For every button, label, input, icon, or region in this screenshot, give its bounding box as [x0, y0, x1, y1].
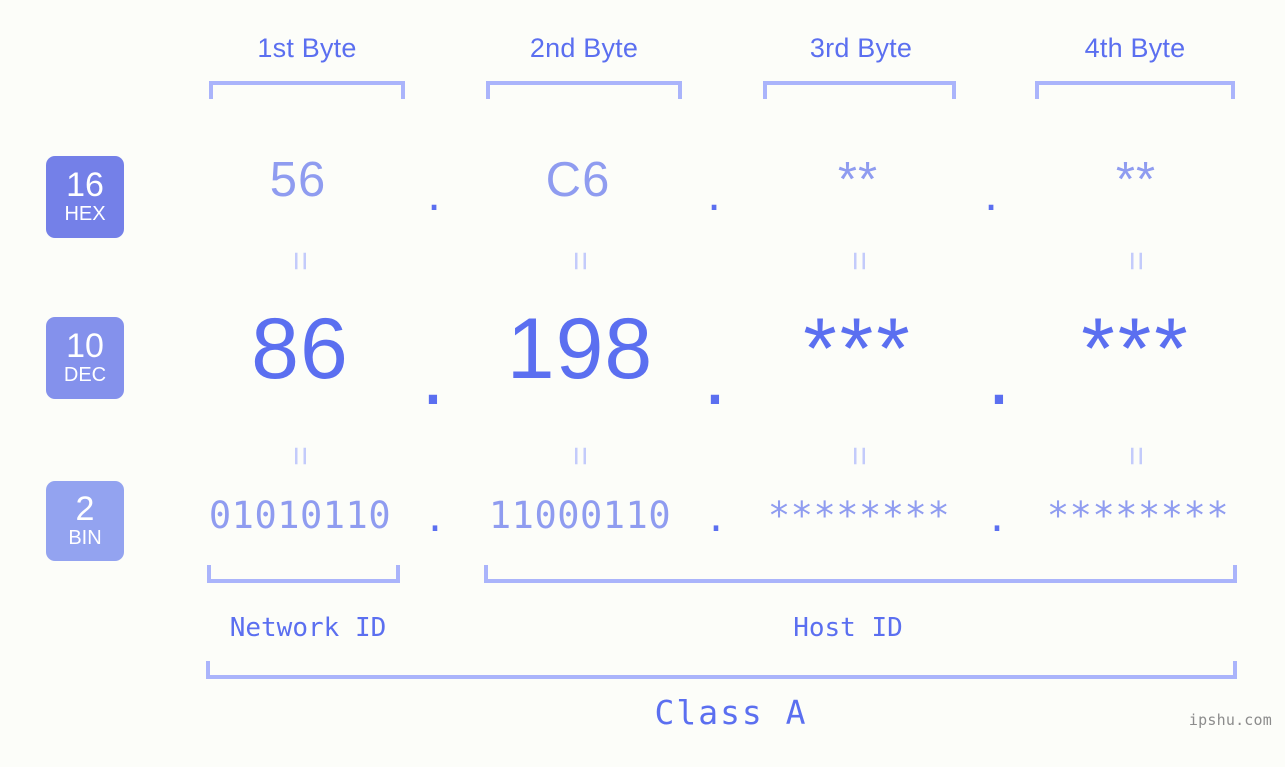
base-badge-hex-abbr: HEX [64, 203, 106, 226]
equals-connector-hex-dec-1: = [281, 251, 319, 271]
hex-byte-3: ** [837, 153, 879, 207]
hex-byte-4: ** [1115, 153, 1157, 207]
base-badge-hex: 16 HEX [46, 156, 124, 238]
bin-separator-3: . [985, 497, 1009, 540]
base-badge-dec-abbr: DEC [63, 364, 107, 387]
base-badge-hex-number: 16 [66, 165, 104, 204]
bin-byte-3: ******** [767, 494, 951, 537]
equals-connector-hex-dec-3: = [840, 251, 878, 271]
equals-connector-hex-dec-4: = [1117, 251, 1155, 271]
bin-separator-1: . [423, 497, 447, 540]
equals-connector-dec-bin-3: = [840, 446, 878, 466]
dec-byte-1: 86 [251, 301, 349, 397]
hex-separator-3: . [984, 167, 998, 221]
bin-byte-4: ******** [1046, 494, 1230, 537]
bin-byte-1: 01010110 [208, 494, 392, 537]
hex-separator-1: . [427, 167, 441, 221]
bin-separator-2: . [704, 497, 728, 540]
bin-byte-2: 11000110 [488, 494, 672, 537]
site-watermark: ipshu.com [1188, 711, 1272, 729]
base-badge-bin-abbr: BIN [68, 527, 102, 550]
network-id-label: Network ID [229, 613, 387, 643]
byte-bracket-2 [486, 81, 682, 99]
equals-connector-dec-bin-4: = [1117, 446, 1155, 466]
base-badge-bin: 2 BIN [46, 481, 124, 561]
byte-bracket-4 [1035, 81, 1235, 99]
dec-separator-1: . [421, 327, 445, 423]
byte-bracket-1 [209, 81, 405, 99]
byte-header-1: 1st Byte [257, 33, 357, 63]
base-badge-dec-number: 10 [66, 326, 104, 365]
equals-connector-dec-bin-1: = [281, 446, 319, 466]
byte-header-2: 2nd Byte [529, 33, 639, 63]
dec-byte-3: *** [803, 301, 913, 397]
class-bracket [206, 661, 1237, 679]
base-badge-dec: 10 DEC [46, 317, 124, 399]
byte-header-3: 3rd Byte [809, 33, 913, 63]
class-label: Class A [654, 693, 808, 732]
network-id-bracket [207, 565, 400, 583]
dec-byte-4: *** [1081, 301, 1191, 397]
hex-byte-1: 56 [269, 153, 327, 207]
hex-byte-2: C6 [545, 153, 611, 207]
dec-separator-2: . [703, 327, 727, 423]
host-id-bracket [484, 565, 1237, 583]
byte-header-4: 4th Byte [1084, 33, 1186, 63]
byte-bracket-3 [763, 81, 956, 99]
base-badge-bin-number: 2 [75, 489, 95, 528]
dec-separator-3: . [987, 327, 1011, 423]
hex-separator-2: . [707, 167, 721, 221]
ip-address-breakdown-diagram: 1st Byte 2nd Byte 3rd Byte 4th Byte 16 H… [0, 0, 1285, 767]
dec-byte-2: 198 [506, 301, 654, 397]
host-id-label: Host ID [793, 613, 903, 643]
equals-connector-dec-bin-2: = [561, 446, 599, 466]
equals-connector-hex-dec-2: = [561, 251, 599, 271]
